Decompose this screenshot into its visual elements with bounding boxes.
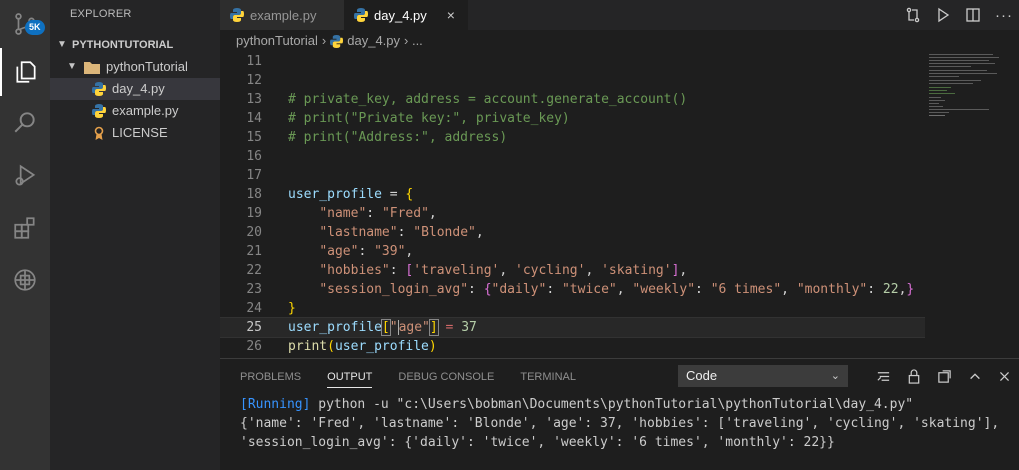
code-line: 15 # print("Address:", address) [246, 130, 508, 145]
code-editor[interactable]: 11 12 13 # private_key, address = account… [220, 52, 925, 357]
extensions-icon[interactable] [0, 204, 50, 252]
code-line: 14 # print("Private key:", private_key) [246, 111, 570, 126]
explorer-sidebar: EXPLORER ▼ PYTHONTUTORIAL ▼ pythonTutori… [50, 0, 220, 470]
python-icon [354, 8, 368, 22]
activity-bar: 5K [0, 0, 50, 470]
explorer-icon[interactable] [0, 48, 50, 96]
python-icon [92, 82, 106, 96]
code-line: 23 "session_login_avg": {"daily": "twice… [246, 282, 915, 297]
chevron-up-icon[interactable] [968, 369, 982, 383]
breadcrumb: pythonTutorial › day_4.py › ... [220, 30, 1019, 52]
editor-actions: ··· [905, 0, 1013, 30]
output-channel-select[interactable]: Code ⌄ [678, 365, 848, 387]
breadcrumb-separator: › [321, 33, 327, 48]
tab-example-py[interactable]: example.py [220, 0, 344, 30]
code-line: 19 "name": "Fred", [246, 206, 437, 221]
file-label: example.py [112, 103, 179, 118]
clear-output-icon[interactable] [876, 369, 891, 384]
tab-debug-console[interactable]: DEBUG CONSOLE [398, 359, 494, 395]
source-control-icon[interactable]: 5K [0, 0, 50, 48]
tree-file-day-4[interactable]: day_4.py [50, 78, 220, 100]
chevron-down-icon: ▼ [57, 39, 67, 50]
run-file-icon[interactable] [935, 7, 951, 23]
run-debug-icon[interactable] [0, 152, 50, 200]
code-line-current: 25 user_profile["age"] = 37 [220, 317, 925, 338]
more-actions-icon[interactable]: ··· [995, 7, 1013, 24]
sidebar-title: EXPLORER [70, 8, 132, 20]
workspace-section-header[interactable]: ▼ PYTHONTUTORIAL [50, 34, 220, 56]
breadcrumb-folder[interactable]: pythonTutorial [236, 30, 318, 52]
close-icon[interactable]: × [447, 7, 455, 23]
code-line: 12 [246, 73, 262, 88]
source-control-badge: 5K [25, 20, 45, 35]
code-line: 13 # private_key, address = account.gener… [246, 92, 688, 107]
split-editor-icon[interactable] [965, 7, 981, 23]
code-line: 21 "age": "39", [246, 244, 414, 259]
python-icon [92, 104, 106, 118]
panel-tabs: PROBLEMS OUTPUT DEBUG CONSOLE TERMINAL [240, 359, 576, 395]
code-line: 17 [246, 168, 262, 183]
code-line: 11 [246, 54, 262, 69]
compare-changes-icon[interactable] [905, 7, 921, 23]
folder-label: pythonTutorial [106, 59, 188, 74]
code-line: 24} [246, 301, 296, 316]
close-panel-icon[interactable] [998, 370, 1011, 383]
remote-explorer-icon[interactable] [0, 256, 50, 304]
panel-actions [876, 365, 1011, 387]
lock-icon[interactable] [907, 368, 921, 384]
code-line: 22 "hobbies": ['traveling', 'cycling', '… [246, 263, 688, 278]
running-tag: [Running] [240, 397, 311, 412]
tab-terminal[interactable]: TERMINAL [520, 359, 576, 395]
tab-output[interactable]: OUTPUT [327, 359, 373, 395]
code-line: 16 [246, 149, 262, 164]
tree-folder-pythontutorial[interactable]: ▼ pythonTutorial [50, 56, 220, 78]
python-icon [230, 8, 244, 22]
code-line: 26 print(user_profile) [246, 339, 437, 354]
output-line: [Running] python -u "c:\Users\bobman\Doc… [240, 395, 913, 414]
file-label: LICENSE [112, 125, 168, 140]
file-label: day_4.py [112, 81, 165, 96]
code-line: 18 user_profile = { [246, 187, 414, 202]
search-icon[interactable] [0, 98, 50, 146]
workspace-name: PYTHONTUTORIAL [72, 39, 174, 51]
breadcrumb-file[interactable]: day_4.py [347, 30, 400, 52]
output-line: 'session_login_avg': {'daily': 'twice', … [240, 435, 835, 450]
python-icon [330, 34, 344, 48]
code-line: 20 "lastname": "Blonde", [246, 225, 484, 240]
run-command: python -u "c:\Users\bobman\Documents\pyt… [310, 397, 914, 412]
output-channel-value: Code [686, 368, 718, 383]
license-icon [94, 126, 104, 140]
output-panel: PROBLEMS OUTPUT DEBUG CONSOLE TERMINAL C… [220, 358, 1019, 470]
tab-problems[interactable]: PROBLEMS [240, 359, 301, 395]
chevron-down-icon: ⌄ [830, 370, 840, 382]
minimap[interactable] [925, 52, 1019, 357]
tab-label: example.py [250, 7, 317, 23]
tab-day-4-py[interactable]: day_4.py × [344, 0, 468, 30]
tree-file-example[interactable]: example.py [50, 100, 220, 122]
breadcrumb-more[interactable]: › ... [404, 30, 423, 52]
output-line: {'name': 'Fred', 'lastname': 'Blonde', '… [240, 416, 1000, 431]
chevron-down-icon: ▼ [67, 61, 77, 72]
tab-label: day_4.py [374, 7, 427, 23]
folder-icon [84, 61, 100, 74]
tree-file-license[interactable]: LICENSE [50, 122, 220, 144]
open-in-editor-icon[interactable] [937, 369, 952, 384]
editor-tabs: example.py day_4.py × ··· [220, 0, 1019, 30]
